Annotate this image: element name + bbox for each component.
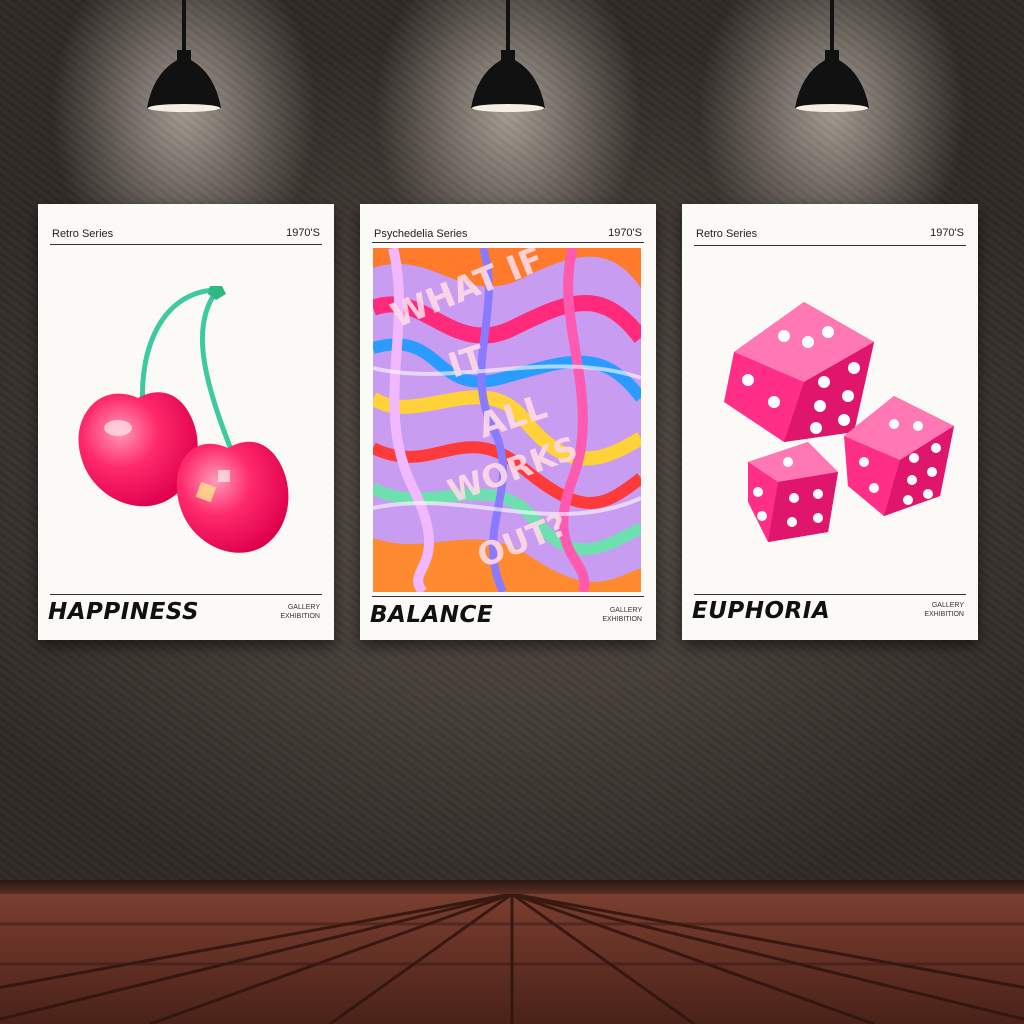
poster-title: HAPPINESS bbox=[48, 599, 200, 625]
ceiling-lamp-icon bbox=[147, 0, 221, 112]
gallery-exhibition-label: GALLERY EXHIBITION bbox=[924, 601, 964, 619]
divider bbox=[372, 596, 644, 597]
poster-year-label: 1970'S bbox=[930, 227, 964, 239]
pink-dice-illustration bbox=[724, 302, 954, 542]
die-large bbox=[724, 302, 874, 442]
ceiling-lamp-icon bbox=[795, 0, 869, 112]
die-right bbox=[844, 396, 954, 516]
ceiling-lamp-icon bbox=[471, 0, 545, 112]
divider bbox=[694, 594, 966, 595]
gallery-scene: Retro Series 1970'S HAPPINESS GALLERY EX… bbox=[0, 0, 1024, 1024]
poster-year-label: 1970'S bbox=[608, 227, 642, 239]
poster-series-label: Psychedelia Series bbox=[374, 228, 468, 240]
cherries-illustration bbox=[78, 286, 289, 553]
wooden-floor bbox=[0, 894, 1024, 1024]
poster-euphoria: Retro Series 1970'S EUPHORIA GALLERY EXH… bbox=[682, 204, 978, 640]
poster-series-label: Retro Series bbox=[52, 228, 114, 240]
divider bbox=[50, 244, 322, 245]
psychedelic-swirl-illustration: WHAT IF IT ALL WORKS OUT? bbox=[373, 248, 641, 592]
divider bbox=[372, 242, 644, 243]
exhibition-line: EXHIBITION bbox=[924, 611, 964, 618]
poster-balance: Psychedelia Series 1970'S WHAT IF IT ALL… bbox=[360, 204, 656, 640]
exhibition-line: EXHIBITION bbox=[280, 613, 320, 620]
divider bbox=[50, 594, 322, 595]
gallery-line: GALLERY bbox=[931, 602, 964, 609]
gallery-exhibition-label: GALLERY EXHIBITION bbox=[280, 603, 320, 621]
poster-series-label: Retro Series bbox=[696, 228, 758, 240]
gallery-line: GALLERY bbox=[287, 604, 320, 611]
gallery-line: GALLERY bbox=[609, 607, 642, 614]
exhibition-line: EXHIBITION bbox=[602, 616, 642, 623]
baseboard bbox=[0, 880, 1024, 894]
poster-title: BALANCE bbox=[370, 602, 494, 628]
poster-title: EUPHORIA bbox=[692, 598, 831, 624]
poster-happiness: Retro Series 1970'S HAPPINESS GALLERY EX… bbox=[38, 204, 334, 640]
die-small bbox=[748, 442, 838, 542]
divider bbox=[694, 245, 966, 246]
poster-year-label: 1970'S bbox=[286, 227, 320, 239]
gallery-exhibition-label: GALLERY EXHIBITION bbox=[602, 606, 642, 624]
